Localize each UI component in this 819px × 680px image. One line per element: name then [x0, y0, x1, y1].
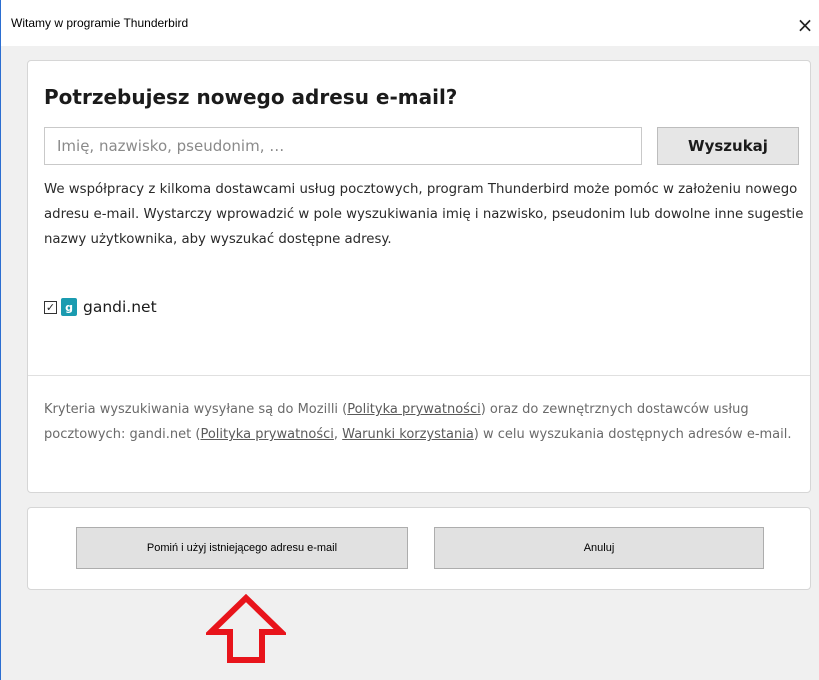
privacy-policy-link-gandi[interactable]: Polityka prywatności [200, 427, 333, 442]
privacy-text-3: , [333, 427, 343, 442]
window-title: Witamy w programie Thunderbird [11, 16, 189, 30]
provider-item-gandi: ✓ g gandi.net [44, 295, 157, 319]
privacy-text-1: Kryteria wyszukiwania wysyłane są do Moz… [44, 402, 348, 417]
privacy-notice: Kryteria wyszukiwania wysyłane są do Moz… [44, 397, 804, 447]
skip-button[interactable]: Pomiń i użyj istniejącego adresu e-mail [76, 527, 408, 569]
close-icon[interactable]: × [790, 10, 819, 40]
action-panel: Pomiń i użyj istniejącego adresu e-mail … [27, 507, 811, 590]
cancel-button[interactable]: Anuluj [434, 527, 764, 569]
privacy-policy-link-mozilla[interactable]: Polityka prywatności [347, 402, 480, 417]
terms-link-gandi[interactable]: Warunki korzystania [342, 427, 474, 442]
red-up-arrow-icon [206, 594, 286, 663]
divider [28, 375, 810, 376]
search-button[interactable]: Wyszukaj [657, 127, 799, 165]
search-input[interactable] [44, 127, 642, 165]
privacy-text-4: ) w celu wyszukania dostępnych adresów e… [473, 427, 792, 442]
gandi-logo-icon: g [61, 298, 77, 316]
provider-checkbox[interactable]: ✓ [44, 300, 57, 314]
title-bar: Witamy w programie Thunderbird × [1, 0, 819, 46]
arrow-shape [206, 594, 286, 663]
provider-name: gandi.net [83, 298, 157, 316]
page-title: Potrzebujesz nowego adresu e-mail? [44, 85, 458, 109]
description-text: We współpracy z kilkoma dostawcami usług… [44, 182, 804, 247]
dialog-window: Witamy w programie Thunderbird × Potrzeb… [0, 0, 819, 680]
new-address-panel: Potrzebujesz nowego adresu e-mail? Wyszu… [27, 60, 811, 493]
